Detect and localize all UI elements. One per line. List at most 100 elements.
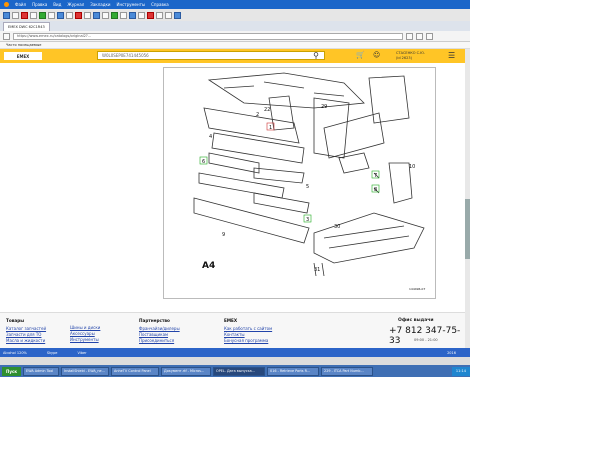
toolbar-icon[interactable]: [120, 11, 127, 19]
toolbar-icon[interactable]: [57, 11, 64, 19]
search-icon[interactable]: ⚲: [311, 51, 321, 61]
toolbar: [0, 9, 470, 21]
toolbar-icon[interactable]: [66, 11, 73, 19]
desktop-strip: [0, 357, 470, 365]
office-hours: 09:00 - 21:00: [414, 338, 438, 342]
callout-8: 8: [374, 187, 377, 193]
bookmarks-bar: Часто посещаемые: [0, 42, 470, 49]
forward-icon[interactable]: [12, 11, 19, 19]
footer-heading: Товары: [6, 318, 24, 323]
site-logo[interactable]: EMEX: [4, 52, 42, 60]
callout-3: 3: [306, 217, 309, 223]
parts-diagram[interactable]: 1 22 2 29 4 6 5 3 9 30 31 7 8 10 A4 1444…: [163, 67, 436, 299]
status-alcohol[interactable]: Alcohol 120%: [3, 351, 27, 355]
task-retrieve-parts[interactable]: 016 - Retrieve Parts R...: [267, 366, 320, 376]
menu-icon[interactable]: ☰: [448, 51, 455, 60]
callout-30: 30: [334, 224, 340, 230]
user-icon[interactable]: ☺: [373, 51, 380, 59]
scrollbar-thumb[interactable]: [465, 199, 470, 259]
page-scrollbar[interactable]: [465, 49, 470, 348]
user-info[interactable]: СТАСЕНКО С.Ю. (id 2623): [396, 51, 425, 60]
menu-history[interactable]: Журнал: [67, 2, 84, 7]
menu-bookmarks[interactable]: Закладки: [90, 2, 110, 7]
stop-icon[interactable]: [21, 11, 28, 19]
back-icon[interactable]: [3, 32, 10, 40]
task-ewa-admin[interactable]: EWA Admin Tool: [23, 366, 60, 376]
back-icon[interactable]: [3, 11, 10, 19]
footer-link[interactable]: Бонусная программа: [224, 338, 272, 344]
callout-4: 4: [209, 134, 212, 140]
phone-number[interactable]: +7 812 347-75-33: [389, 326, 465, 346]
firefox-icon[interactable]: [4, 2, 9, 7]
toolbar-icon[interactable]: [48, 11, 55, 19]
callout-29: 29: [321, 104, 327, 110]
office-title: Офис выдачи: [398, 318, 434, 323]
reload-icon[interactable]: [30, 11, 37, 19]
task-itca[interactable]: 229 - ITCA Part Numb...: [321, 366, 374, 376]
status-skype[interactable]: Skype: [47, 351, 58, 355]
callout-6: 6: [202, 159, 205, 165]
menu-help[interactable]: Справка: [151, 2, 169, 7]
tab-emex[interactable]: EMEX DWC 62C1R43: [3, 22, 50, 31]
menu-view[interactable]: Вид: [53, 2, 61, 7]
tab-bar: EMEX DWC 62C1R43: [0, 21, 470, 31]
footer-col-partners: Партнерство Франчайзи/дилеры Поставщикам…: [139, 318, 180, 344]
browser-window: Файл Правка Вид Журнал Закладки Инструме…: [0, 0, 470, 377]
address-bar[interactable]: https://www.emex.ru/catalogs/original2?.…: [13, 32, 403, 40]
start-button[interactable]: Пуск: [2, 366, 22, 376]
status-right: 2016: [447, 350, 456, 355]
task-anhetv[interactable]: AnheTV Control Panel: [111, 366, 160, 376]
site-header: EMEX W0L0SEP0E741445056 ⚲ 🛒 ☺ СТАСЕНКО С…: [0, 49, 465, 63]
menu-edit[interactable]: Правка: [32, 2, 47, 7]
footer-col-emex: EMEX Как работать с сайтом Контакты Бону…: [224, 318, 272, 344]
refresh-icon[interactable]: [406, 32, 413, 40]
task-opel[interactable]: OPEL. Дата выпуска...: [213, 366, 266, 376]
taskbar: Пуск EWA Admin Tool InstallShield - EWA_…: [0, 365, 470, 377]
footer-link[interactable]: Присоединиться: [139, 338, 180, 344]
toolbar-icon[interactable]: [93, 11, 100, 19]
toolbar-icon[interactable]: [138, 11, 145, 19]
page-content: 1 22 2 29 4 6 5 3 9 30 31 7 8 10 A4 1444…: [0, 63, 465, 312]
menu-file[interactable]: Файл: [15, 2, 26, 7]
toolbar-icon[interactable]: [147, 11, 154, 19]
search-icon[interactable]: [416, 32, 423, 40]
callout-22: 22: [264, 107, 270, 113]
menu-bar: Файл Правка Вид Журнал Закладки Инструме…: [0, 0, 470, 9]
footer-col-goods2: Шины и диски Аксессуары Инструменты: [70, 325, 100, 343]
search-input[interactable]: W0L0SEP0E741445056: [97, 51, 325, 60]
toolbar-icon[interactable]: [129, 11, 136, 19]
toolbar-icon[interactable]: [75, 11, 82, 19]
callout-7: 7: [374, 173, 377, 179]
toolbar-icon[interactable]: [111, 11, 118, 19]
toolbar-icon[interactable]: [174, 11, 181, 19]
footer-link[interactable]: Масла и жидкости: [6, 338, 46, 344]
footer-heading: Партнерство: [139, 318, 170, 323]
callout-10: 10: [409, 164, 415, 170]
user-name: СТАСЕНКО С.Ю.: [396, 51, 426, 55]
bookmark-most-visited[interactable]: Часто посещаемые: [6, 43, 41, 47]
task-installshield[interactable]: InstallShield - EWA_ne...: [61, 366, 110, 376]
cart-icon[interactable]: 🛒: [356, 51, 365, 59]
status-viber[interactable]: Viber: [77, 351, 86, 355]
status-bar: Alcohol 120% Skype Viber 2016: [0, 348, 470, 357]
footer-link[interactable]: Инструменты: [70, 337, 100, 343]
navigation-bar: https://www.emex.ru/catalogs/original2?.…: [0, 31, 470, 42]
toolbar-icon[interactable]: [156, 11, 163, 19]
menu-tools[interactable]: Инструменты: [116, 2, 145, 7]
star-icon[interactable]: [426, 32, 433, 40]
home-icon[interactable]: [39, 11, 46, 19]
system-tray-clock[interactable]: 11:14: [451, 366, 470, 376]
task-document[interactable]: Документ.rtf - Micros...: [161, 366, 212, 376]
callout-5: 5: [306, 184, 309, 190]
callout-1: 1: [269, 125, 272, 131]
toolbar-icon[interactable]: [102, 11, 109, 19]
tab-label: EMEX DWC 62C1R43: [8, 25, 45, 29]
user-id: (id 2623): [396, 55, 412, 60]
sheet-label: A4: [202, 261, 215, 271]
search-value: W0L0SEP0E741445056: [102, 53, 149, 58]
toolbar-icon[interactable]: [84, 11, 91, 19]
callout-9: 9: [222, 232, 225, 238]
toolbar-icon[interactable]: [165, 11, 172, 19]
url-text: https://www.emex.ru/catalogs/original2?.…: [17, 34, 92, 38]
diagram-code: 144496-07: [409, 287, 425, 291]
